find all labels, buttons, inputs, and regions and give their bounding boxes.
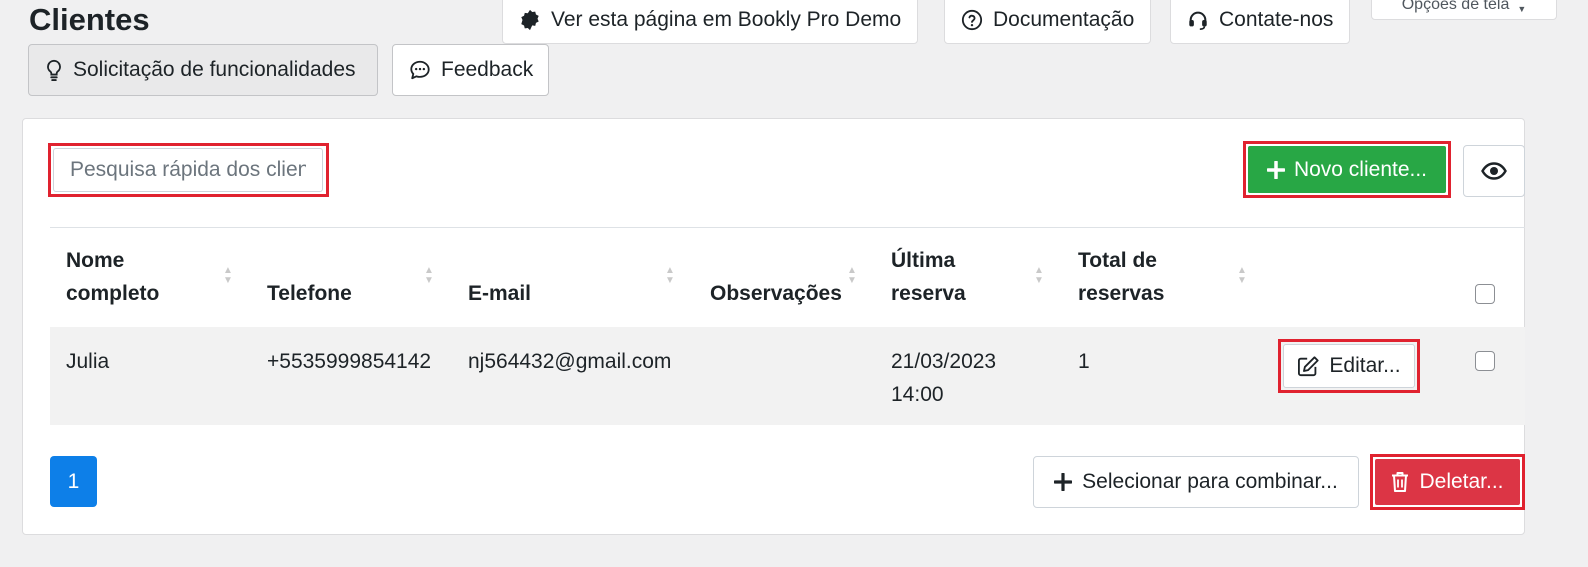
edit-label: Editar... [1329, 354, 1401, 377]
sort-icon[interactable]: ▲ ▼ [424, 266, 434, 286]
row-last-booking-time: 14:00 [891, 383, 944, 406]
column-name-header[interactable]: Nome completo [66, 244, 159, 310]
badge-icon [519, 9, 541, 31]
feedback-button[interactable]: Feedback [392, 44, 549, 96]
plus-icon [1266, 160, 1285, 179]
merge-label: Selecionar para combinar... [1082, 470, 1338, 493]
row-phone: +5535999854142 [267, 350, 432, 373]
delete-label: Deletar... [1419, 470, 1504, 493]
customers-table: Nome completo ▲ ▼ Telefone ▲ ▼ E-mail ▲ ▼ O… [50, 227, 1525, 425]
column-phone-header[interactable]: Telefone [267, 277, 352, 310]
column-name-line2: completo [66, 282, 160, 305]
new-client-label: Novo cliente... [1293, 157, 1428, 181]
documentation-button-label: Documentação [993, 8, 1135, 31]
chat-icon [409, 59, 431, 81]
search-input[interactable] [53, 148, 323, 192]
table-header: Nome completo ▲ ▼ Telefone ▲ ▼ E-mail ▲ ▼ O… [50, 227, 1525, 330]
delete-button[interactable]: Deletar... [1375, 459, 1520, 505]
screen-options-button[interactable]: Opções de tela ▼ [1371, 0, 1557, 20]
column-last-booking-line2: reserva [891, 282, 966, 305]
sort-icon[interactable]: ▲ ▼ [1034, 266, 1044, 286]
edit-button[interactable]: Editar... [1283, 344, 1415, 388]
row-total: 1 [1078, 350, 1090, 373]
sort-icon[interactable]: ▲ ▼ [665, 266, 675, 286]
sort-icon[interactable]: ▲ ▼ [223, 266, 233, 286]
search-highlight [48, 143, 329, 197]
demo-button-label: Ver esta página em Bookly Pro Demo [551, 8, 902, 31]
delete-highlight: Deletar... [1370, 454, 1525, 510]
new-client-button[interactable]: Novo cliente... [1248, 146, 1446, 193]
sort-icon[interactable]: ▲ ▼ [1237, 266, 1247, 286]
column-total-line1: Total de [1078, 249, 1157, 272]
contact-button[interactable]: Contate-nos [1170, 0, 1351, 44]
select-all-checkbox[interactable] [1475, 284, 1495, 304]
demo-button[interactable]: Ver esta página em Bookly Pro Demo [502, 0, 919, 44]
pagination-page-1[interactable]: 1 [50, 456, 97, 507]
new-client-highlight: Novo cliente... [1243, 141, 1451, 198]
column-notes-header[interactable]: Observações [710, 277, 842, 310]
row-name: Julia [66, 350, 110, 373]
column-total-line2: reservas [1078, 282, 1165, 305]
headset-icon [1187, 9, 1209, 31]
lightbulb-icon [45, 59, 63, 81]
plus-icon [1054, 473, 1073, 491]
screen-options-label: Opções de tela [1401, 0, 1510, 13]
merge-button[interactable]: Selecionar para combinar... [1033, 456, 1359, 508]
row-last-booking: 21/03/2023 14:00 [891, 345, 996, 411]
eye-icon [1481, 161, 1507, 181]
row-checkbox[interactable] [1475, 351, 1495, 371]
feedback-label: Feedback [441, 58, 534, 81]
trash-icon [1391, 471, 1409, 493]
page-title: Clientes [29, 2, 150, 37]
edit-icon [1297, 355, 1321, 377]
column-total-header[interactable]: Total de reservas [1078, 244, 1164, 310]
feature-request-button[interactable]: Solicitação de funcionalidades [28, 44, 378, 96]
question-circle-icon [961, 9, 983, 31]
chevron-down-icon: ▼ [1517, 4, 1527, 14]
column-last-booking-line1: Última [891, 249, 956, 272]
feature-request-label: Solicitação de funcionalidades [73, 58, 356, 81]
row-last-booking-date: 21/03/2023 [891, 350, 997, 373]
edit-highlight: Editar... [1278, 339, 1420, 393]
column-visibility-button[interactable] [1463, 145, 1525, 197]
column-email-header[interactable]: E-mail [468, 277, 531, 310]
contact-button-label: Contate-nos [1219, 8, 1334, 31]
documentation-button[interactable]: Documentação [944, 0, 1152, 44]
sort-icon[interactable]: ▲ ▼ [847, 266, 857, 286]
column-name-line1: Nome [66, 249, 125, 272]
row-email: nj564432@gmail.com [468, 350, 672, 373]
column-last-booking-header[interactable]: Última reserva [891, 244, 966, 310]
